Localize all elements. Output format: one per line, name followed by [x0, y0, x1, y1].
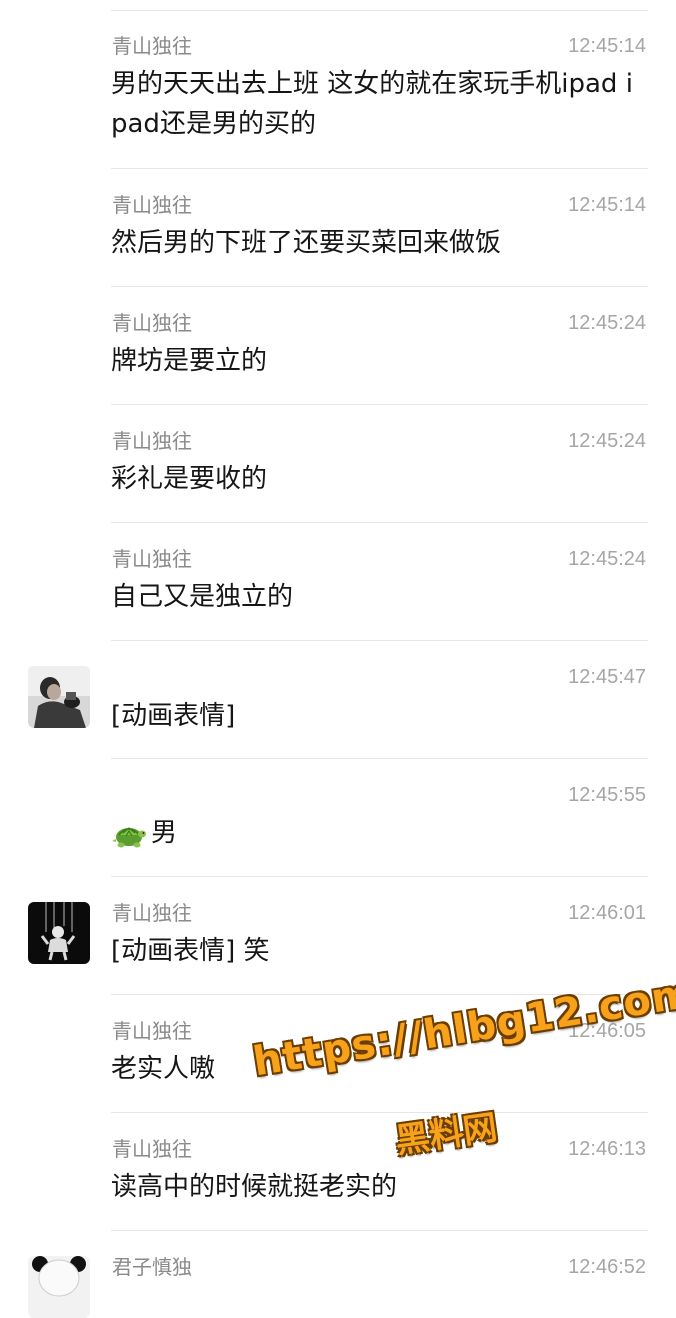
message-time: 12:45:24	[568, 312, 646, 334]
message-text: [动画表情]	[111, 701, 236, 731]
message-text-label: 男	[151, 818, 178, 848]
message-separator	[111, 168, 648, 169]
message-separator	[111, 1112, 648, 1113]
message-text: 彩礼是要收的	[111, 464, 268, 494]
message-text: 牌坊是要立的	[111, 346, 268, 376]
message-text: 然后男的下班了还要买菜回来做饭	[111, 228, 502, 258]
sender-name: 青山独往	[112, 1019, 192, 1043]
message-time: 12:45:14	[568, 194, 646, 216]
top-separator	[111, 10, 648, 11]
sender-name: 青山独往	[112, 547, 192, 571]
message-text: 男	[111, 813, 648, 853]
message-separator	[111, 1230, 648, 1231]
sender-name: 青山独往	[112, 311, 192, 335]
watermark-site-name: 黑料网	[393, 1107, 500, 1162]
message-time: 12:46:01	[568, 902, 646, 924]
avatar[interactable]	[28, 902, 90, 964]
sender-name: 青山独往	[112, 901, 192, 925]
turtle-emoji-icon	[112, 826, 146, 847]
message-text: 男的天天出去上班 这女的就在家玩手机ipad ipad还是男的买的	[111, 69, 633, 139]
avatar[interactable]	[28, 1256, 90, 1318]
message-separator	[111, 758, 648, 759]
message-time: 12:45:47	[568, 666, 646, 688]
message-time: 12:46:13	[568, 1138, 646, 1160]
sender-name: 青山独往	[112, 34, 192, 58]
message-time: 12:46:05	[568, 1020, 646, 1042]
message-separator	[111, 994, 648, 995]
message-text: [动画表情] 笑	[111, 936, 270, 966]
message-time: 12:45:24	[568, 430, 646, 452]
avatar[interactable]	[28, 666, 90, 728]
sender-name: 青山独往	[112, 193, 192, 217]
message-text: 老实人嗷	[111, 1054, 216, 1084]
sender-name: 青山独往	[112, 429, 192, 453]
sender-name: 君子慎独	[112, 1255, 192, 1279]
sender-name: 青山独往	[112, 1137, 192, 1161]
message-time: 12:45:55	[568, 784, 646, 806]
message-time: 12:46:52	[568, 1256, 646, 1278]
message-separator	[111, 286, 648, 287]
message-separator	[111, 404, 648, 405]
message-time: 12:45:14	[568, 35, 646, 57]
message-separator	[111, 876, 648, 877]
message-text: 自己又是独立的	[111, 582, 294, 612]
message-separator	[111, 640, 648, 641]
message-time: 12:45:24	[568, 548, 646, 570]
message-separator	[111, 522, 648, 523]
message-text: 读高中的时候就挺老实的	[111, 1172, 398, 1202]
